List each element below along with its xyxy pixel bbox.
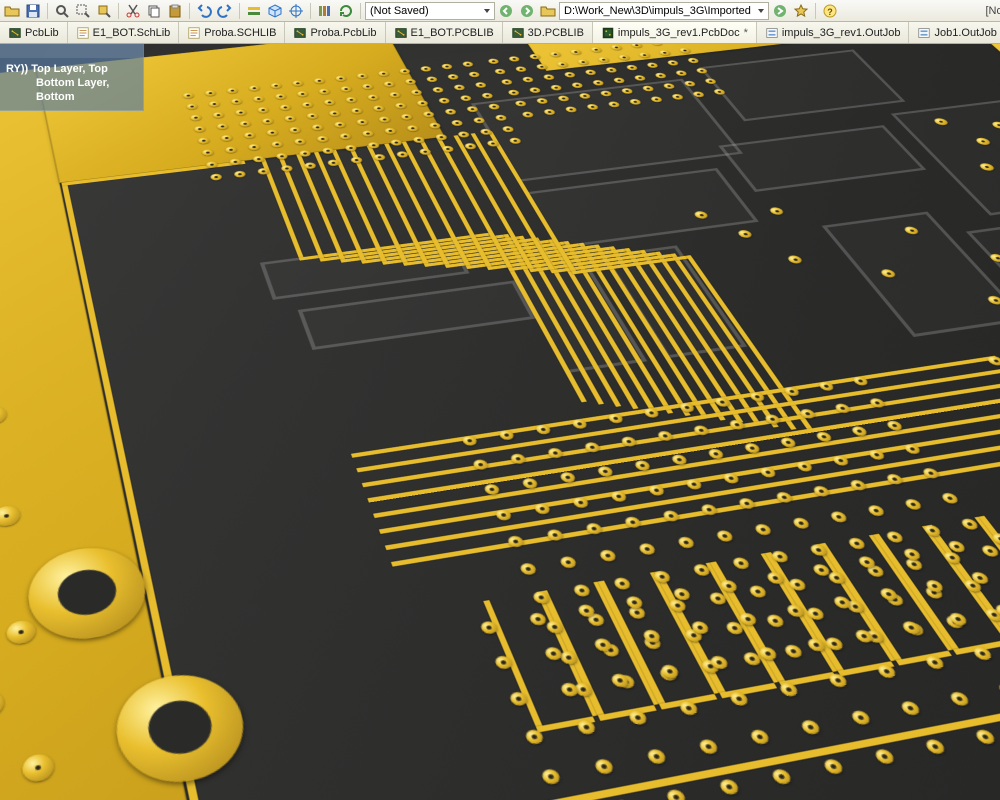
path-dropdown[interactable]: D:\Work_New\3D\impuls_3G\Imported xyxy=(559,2,769,20)
favorites-button[interactable] xyxy=(791,2,811,20)
pcblib-icon xyxy=(8,26,22,40)
redo-button[interactable] xyxy=(215,2,235,20)
refresh-icon xyxy=(338,3,354,19)
toolbar-separator xyxy=(189,3,190,19)
schlib-icon xyxy=(76,26,90,40)
toolbar-separator xyxy=(360,3,361,19)
tab-3d-pcblib[interactable]: 3D.PCBLIB xyxy=(503,22,593,43)
svg-text:?: ? xyxy=(827,7,833,17)
paste-icon xyxy=(167,3,183,19)
tab-proba-pcblib[interactable]: Proba.PcbLib xyxy=(285,22,385,43)
save-state-dropdown[interactable]: (Not Saved) xyxy=(365,2,495,20)
tab-label: Proba.SCHLIB xyxy=(204,27,276,39)
help-icon: ? xyxy=(822,3,838,19)
pcblib-icon xyxy=(394,26,408,40)
tab-label: Proba.PcbLib xyxy=(310,27,376,39)
explorer-button[interactable] xyxy=(538,2,558,20)
nav-fwd-button[interactable] xyxy=(517,2,537,20)
cut-icon xyxy=(125,3,141,19)
tab-e1_bot-schlib[interactable]: E1_BOT.SchLib xyxy=(68,22,180,43)
folder-icon xyxy=(540,3,556,19)
layers-icon xyxy=(246,3,262,19)
document-tabbar: PcbLib E1_BOT.SchLib Proba.SCHLIB Proba.Pcb… xyxy=(0,22,1000,44)
tab-label: Job1.OutJob xyxy=(934,27,996,39)
tab-pcblib[interactable]: PcbLib xyxy=(0,22,68,43)
undo-icon xyxy=(196,3,212,19)
toolbar-separator xyxy=(239,3,240,19)
nav-go-icon xyxy=(772,3,788,19)
tab-label: E1_BOT.PCBLIB xyxy=(411,27,494,39)
nav-back-icon xyxy=(498,3,514,19)
tab-label: PcbLib xyxy=(25,27,59,39)
zoom-selected-icon xyxy=(96,3,112,19)
cross-probe-icon xyxy=(288,3,304,19)
open-file-icon xyxy=(4,3,20,19)
browse-library-button[interactable] xyxy=(315,2,335,20)
pcblib-icon xyxy=(293,26,307,40)
toolbar-separator xyxy=(815,3,816,19)
cube-icon xyxy=(267,3,283,19)
truncated-indicator: [No xyxy=(988,0,1000,22)
tab-label: impuls_3G_rev1.OutJob xyxy=(782,27,901,39)
dirty-indicator: * xyxy=(744,27,748,39)
save-button[interactable] xyxy=(23,2,43,20)
open-file-button[interactable] xyxy=(2,2,22,20)
zoom-fit-icon xyxy=(54,3,70,19)
overlay-line1: RY)) Top Layer, Top xyxy=(6,62,137,76)
tab-e1_bot-pcblib[interactable]: E1_BOT.PCBLIB xyxy=(386,22,503,43)
cut-button[interactable] xyxy=(123,2,143,20)
toolbar-separator xyxy=(47,3,48,19)
outjob-icon xyxy=(917,26,931,40)
tab-label: impuls_3G_rev1.PcbDoc xyxy=(618,27,740,39)
zoom-selected-button[interactable] xyxy=(94,2,114,20)
view-2d-button[interactable] xyxy=(244,2,264,20)
refresh-button[interactable] xyxy=(336,2,356,20)
tab-impuls_3g_rev1-outjob[interactable]: impuls_3G_rev1.OutJob xyxy=(757,22,910,43)
nav-fwd-icon xyxy=(519,3,535,19)
tab-label: 3D.PCBLIB xyxy=(528,27,584,39)
library-icon xyxy=(317,3,333,19)
copy-icon xyxy=(146,3,162,19)
layer-info-overlay: RY)) Top Layer, Top Bottom Layer, Bottom xyxy=(0,44,144,111)
zoom-area-icon xyxy=(75,3,91,19)
tab-proba-schlib[interactable]: Proba.SCHLIB xyxy=(179,22,285,43)
view-3d-button[interactable] xyxy=(265,2,285,20)
tab-label: E1_BOT.SchLib xyxy=(93,27,171,39)
star-icon xyxy=(793,3,809,19)
cross-probe-button[interactable] xyxy=(286,2,306,20)
path-label: D:\Work_New\3D\impuls_3G\Imported xyxy=(564,5,751,17)
toolbar-separator xyxy=(310,3,311,19)
pcb-board-stage xyxy=(0,44,1000,800)
nav-back-button[interactable] xyxy=(496,2,516,20)
pcbdoc-icon xyxy=(601,26,615,40)
outjob-icon xyxy=(765,26,779,40)
overlay-header xyxy=(0,44,143,58)
schlib-icon xyxy=(187,26,201,40)
main-toolbar: (Not Saved) D:\Work_New\3D\impuls_3G\Imp… xyxy=(0,0,1000,22)
overlay-line2: Bottom Layer, Bottom xyxy=(6,76,137,104)
copy-button[interactable] xyxy=(144,2,164,20)
undo-button[interactable] xyxy=(194,2,214,20)
zoom-area-button[interactable] xyxy=(73,2,93,20)
nav-home-button[interactable] xyxy=(770,2,790,20)
pcblib-icon xyxy=(511,26,525,40)
help-button[interactable]: ? xyxy=(820,2,840,20)
save-icon xyxy=(25,3,41,19)
zoom-fit-button[interactable] xyxy=(52,2,72,20)
save-state-label: (Not Saved) xyxy=(370,5,429,17)
redo-icon xyxy=(217,3,233,19)
tab-impuls_3g_rev1-pcbdoc[interactable]: impuls_3G_rev1.PcbDoc * xyxy=(593,22,757,43)
paste-button[interactable] xyxy=(165,2,185,20)
toolbar-separator xyxy=(118,3,119,19)
pcb-3d-viewport[interactable] xyxy=(0,44,1000,800)
tab-job1-outjob[interactable]: Job1.OutJob* xyxy=(909,22,1000,43)
